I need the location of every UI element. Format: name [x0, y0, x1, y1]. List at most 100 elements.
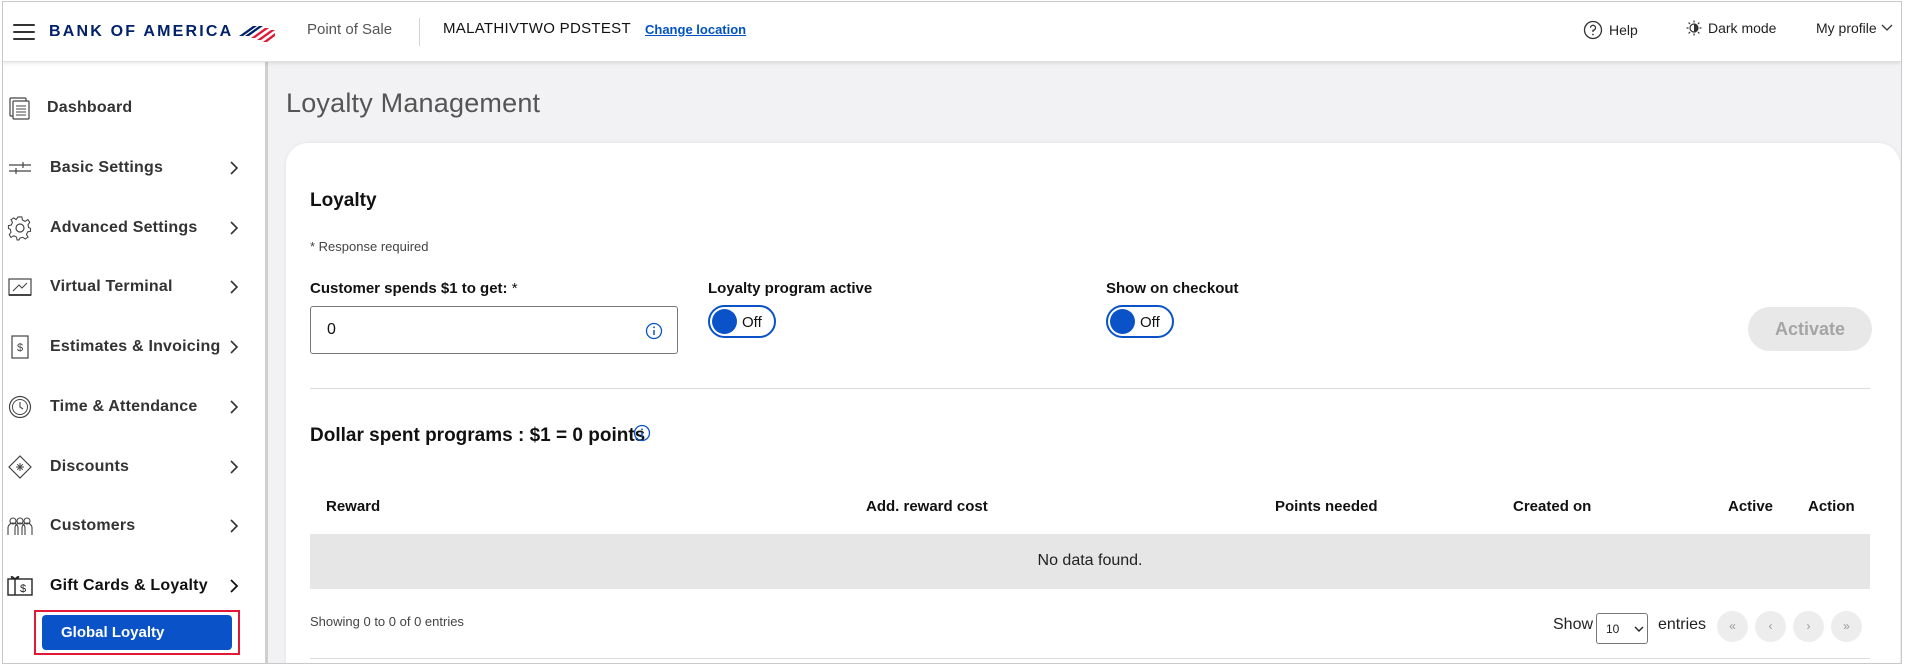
required-mark: * — [511, 280, 518, 297]
flag-logo-icon — [239, 26, 276, 42]
merchant-name: MALATHIVTWO PDSTEST — [443, 20, 631, 37]
previous-page-button[interactable]: ‹ — [1755, 611, 1786, 642]
page-size-value: 10 — [1606, 622, 1620, 636]
spend-label-text: Customer spends $1 to get: — [310, 280, 508, 297]
table-bottom-divider — [310, 658, 1870, 659]
brightness-icon — [1686, 20, 1702, 36]
sidebar-item-label: Basic Settings — [50, 159, 164, 176]
activate-button[interactable]: Activate — [1748, 307, 1872, 351]
sidebar-subitem-global-loyalty[interactable]: Global Loyalty — [42, 615, 232, 650]
col-header-created-on[interactable]: Created on — [1513, 498, 1591, 515]
sidebar-item-estimates-invoicing[interactable]: $ Estimates & Invoicing — [3, 324, 265, 370]
brand-name: BANK OF AMERICA — [49, 23, 234, 40]
help-icon — [1583, 20, 1603, 40]
loyalty-card: Loyalty * Response required Customer spe… — [286, 143, 1900, 663]
active-subitem-highlight: Global Loyalty — [34, 610, 240, 655]
sidebar-item-time-attendance[interactable]: Time & Attendance — [3, 384, 265, 430]
points-per-dollar-input[interactable]: 0 — [310, 306, 678, 354]
chevron-right-icon — [230, 221, 239, 235]
show-checkout-toggle[interactable]: Off — [1106, 305, 1174, 338]
sidebar-item-basic-settings[interactable]: Basic Settings — [3, 145, 265, 191]
sidebar-item-customers[interactable]: Customers — [3, 503, 265, 549]
sidebar-item-dashboard[interactable]: Dashboard — [3, 85, 265, 131]
toggle-knob — [1110, 309, 1135, 334]
section-divider — [310, 388, 1870, 389]
sidebar-item-label: Gift Cards & Loyalty — [50, 577, 208, 594]
clock-icon — [8, 395, 32, 419]
program-active-label: Loyalty program active — [708, 280, 873, 297]
invoice-icon: $ — [11, 335, 29, 359]
toggle-knob — [712, 309, 737, 334]
show-label: Show — [1553, 616, 1594, 633]
show-checkout-label: Show on checkout — [1106, 280, 1239, 297]
toggle-state: Off — [742, 314, 762, 331]
page-size-select[interactable]: 10 — [1596, 613, 1648, 644]
sidebar-item-advanced-settings[interactable]: Advanced Settings — [3, 205, 265, 251]
help-label: Help — [1609, 22, 1638, 38]
col-header-active[interactable]: Active — [1728, 498, 1773, 515]
chevron-right-icon — [230, 280, 239, 294]
chevron-down-icon — [1634, 626, 1644, 632]
table-empty-row: No data found. — [310, 534, 1870, 589]
chevron-right-icon — [230, 519, 239, 533]
chevron-right-icon — [230, 161, 239, 175]
loyalty-active-toggle[interactable]: Off — [708, 305, 776, 338]
top-header: BANK OF AMERICA Point of Sale MALATHIVTW… — [3, 2, 1901, 62]
my-profile-label: My profile — [1816, 20, 1877, 36]
sidebar-item-label: Customers — [50, 517, 136, 534]
svg-text:$: $ — [20, 583, 26, 595]
page-title: Loyalty Management — [286, 88, 541, 118]
first-page-button[interactable]: « — [1717, 611, 1748, 642]
col-header-reward[interactable]: Reward — [326, 498, 380, 515]
col-header-action[interactable]: Action — [1808, 498, 1855, 515]
info-icon[interactable] — [645, 322, 663, 340]
chevron-right-icon — [230, 579, 239, 593]
app-name: Point of Sale — [307, 21, 393, 38]
sidebar-item-discounts[interactable]: Discounts — [3, 444, 265, 490]
bank-logo[interactable]: BANK OF AMERICA — [49, 22, 276, 42]
sidebar-item-gift-cards-loyalty[interactable]: $ Gift Cards & Loyalty — [3, 563, 265, 609]
gear-icon — [7, 216, 32, 241]
sidebar-item-label: Discounts — [50, 458, 130, 475]
chevron-right-icon — [230, 400, 239, 414]
col-header-reward-cost[interactable]: Add. reward cost — [866, 498, 988, 515]
col-header-points-needed[interactable]: Points needed — [1275, 498, 1378, 515]
chevron-right-icon — [230, 460, 239, 474]
spend-label: Customer spends $1 to get: * — [310, 280, 518, 297]
programs-title: Dollar spent programs : $1 = 0 points — [310, 425, 646, 446]
sidebar-item-label: Advanced Settings — [50, 219, 198, 236]
my-profile-button[interactable]: My profile — [1816, 20, 1893, 36]
sidebar-item-label: Estimates & Invoicing — [50, 338, 221, 355]
sidebar: Dashboard Basic Settings Advanced Settin… — [3, 62, 268, 663]
next-page-button[interactable]: › — [1793, 611, 1824, 642]
loyalty-section-title: Loyalty — [310, 190, 377, 211]
dark-mode-button[interactable]: Dark mode — [1686, 20, 1776, 36]
sidebar-item-virtual-terminal[interactable]: Virtual Terminal — [3, 264, 265, 310]
help-button[interactable]: Help — [1583, 20, 1638, 40]
sidebar-item-label: Dashboard — [47, 99, 133, 116]
tag-icon — [8, 455, 32, 479]
header-divider — [419, 18, 420, 46]
chevron-right-icon — [230, 340, 239, 354]
entries-summary: Showing 0 to 0 of 0 entries — [310, 614, 464, 629]
dashboard-icon — [9, 97, 30, 120]
empty-table-message: No data found. — [1037, 552, 1143, 569]
dark-mode-label: Dark mode — [1708, 20, 1777, 36]
svg-text:$: $ — [17, 342, 23, 354]
sidebar-item-label: Virtual Terminal — [50, 278, 173, 295]
info-icon[interactable] — [633, 424, 651, 442]
people-icon — [7, 517, 33, 535]
chevron-down-icon — [1881, 24, 1893, 31]
gift-card-icon: $ — [7, 575, 33, 596]
change-location-link[interactable]: Change location — [645, 22, 746, 37]
required-note: * Response required — [310, 239, 429, 254]
app-window: BANK OF AMERICA Point of Sale MALATHIVTW… — [2, 1, 1902, 664]
toggle-state: Off — [1140, 314, 1160, 331]
sidebar-item-label: Time & Attendance — [50, 398, 198, 415]
terminal-icon — [8, 278, 32, 296]
sliders-icon — [9, 162, 31, 174]
last-page-button[interactable]: » — [1831, 611, 1862, 642]
entries-label: entries — [1658, 616, 1707, 633]
menu-icon[interactable] — [13, 24, 35, 40]
points-per-dollar-value: 0 — [327, 321, 336, 338]
